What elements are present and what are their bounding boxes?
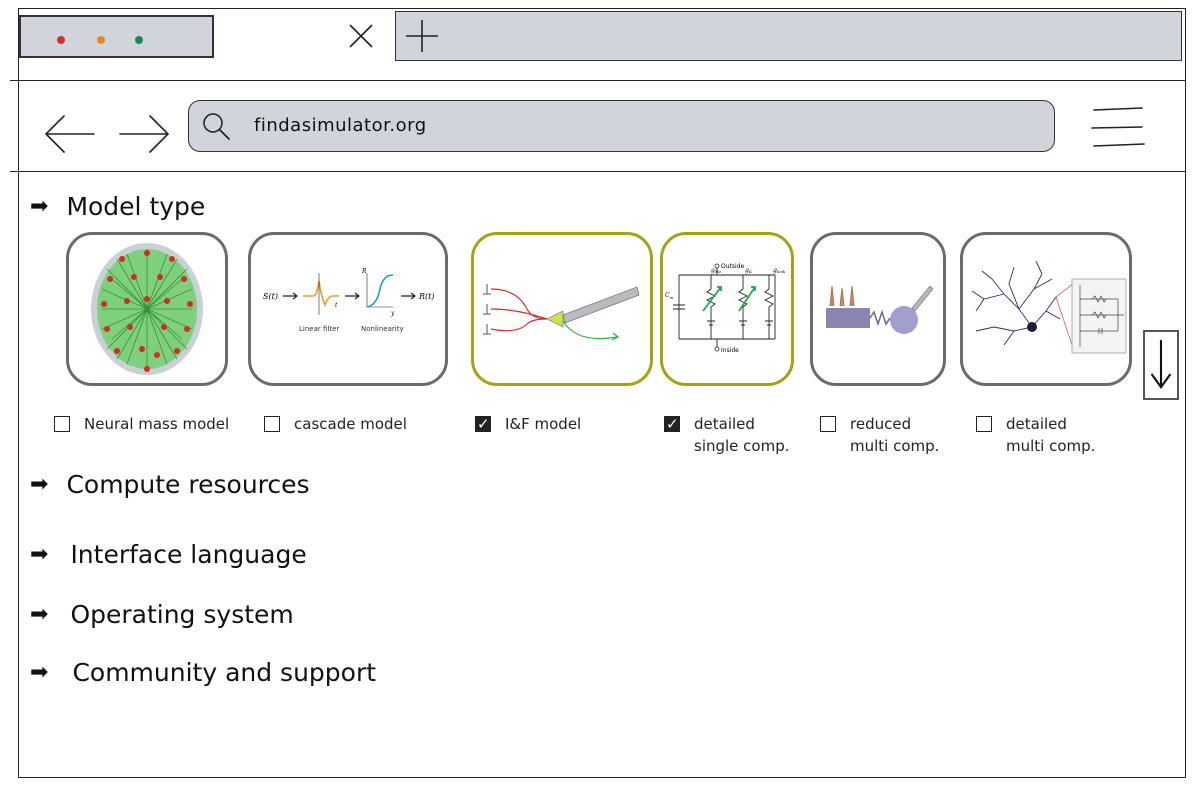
- circuit-gna-label: gNa: [711, 267, 721, 274]
- checkbox-box[interactable]: [820, 416, 836, 432]
- option-label: Neural mass model: [84, 415, 230, 433]
- forward-arrow-icon[interactable]: [116, 112, 172, 156]
- section-operating-system[interactable]: ➡ Operating system: [30, 600, 294, 629]
- circuit-inside-label: Inside: [721, 347, 739, 354]
- detailed-morphology-image: [971, 260, 1126, 354]
- section-label: Model type: [66, 192, 206, 221]
- new-tab-icon[interactable]: [404, 18, 440, 54]
- checkbox-cascade-model[interactable]: cascade model: [264, 413, 407, 435]
- back-arrow-icon[interactable]: [42, 112, 98, 156]
- window-maximize-dot[interactable]: [135, 36, 143, 44]
- option-label-line1: detailed: [1006, 415, 1067, 433]
- checkbox-if-model[interactable]: I&F model: [475, 413, 581, 435]
- checkbox-detailed-multi-comp[interactable]: detailed multi comp.: [976, 413, 1095, 457]
- scroll-down-icon[interactable]: [1143, 330, 1179, 400]
- card-cascade-model[interactable]: S(t) t R y R(t) Linear filter Nonlineari…: [248, 232, 448, 386]
- section-model-type[interactable]: ➡ Model type: [30, 192, 205, 221]
- checkbox-neural-mass-model[interactable]: Neural mass model: [54, 413, 229, 435]
- checkbox-reduced-multi-comp[interactable]: reduced multi comp.: [820, 413, 939, 457]
- linear-filter-label: Linear filter: [299, 325, 339, 333]
- card-reduced-multi-comp[interactable]: [810, 232, 946, 386]
- arrow-icon: ➡: [30, 194, 49, 219]
- section-label: Community and support: [72, 658, 377, 687]
- cascade-y-label: y: [390, 310, 395, 317]
- brain-network-image: [91, 243, 203, 375]
- checkbox-box[interactable]: [264, 416, 280, 432]
- close-tab-icon[interactable]: [345, 20, 377, 52]
- section-label: Interface language: [70, 540, 307, 569]
- section-community-and-support[interactable]: ➡ Community and support: [30, 658, 376, 687]
- arrow-icon: ➡: [30, 542, 49, 567]
- card-if-model[interactable]: [471, 232, 653, 386]
- circuit-outside-label: Outside: [721, 263, 744, 270]
- circuit-gk-label: gK: [745, 267, 753, 274]
- nonlinearity-label: Nonlinearity: [361, 325, 404, 333]
- section-interface-language[interactable]: ➡ Interface language: [30, 540, 307, 569]
- arrow-icon: ➡: [30, 660, 49, 685]
- section-compute-resources[interactable]: ➡ Compute resources: [30, 470, 310, 499]
- card-neural-mass-model[interactable]: [66, 232, 228, 386]
- browser-tab[interactable]: [19, 15, 214, 58]
- url-text[interactable]: findasimulator.org: [254, 115, 427, 136]
- cascade-input-label: S(t): [263, 292, 278, 301]
- arrow-icon: ➡: [30, 472, 49, 497]
- cascade-diagram: S(t) t R y R(t) Linear filter Nonlineari…: [263, 268, 434, 333]
- option-label-line2: multi comp.: [1006, 437, 1096, 455]
- window-close-dot[interactable]: [57, 36, 65, 44]
- toolbar-divider: [10, 171, 1186, 172]
- card-detailed-single-comp[interactable]: Outside Inside Cm gNa gK gleak: [660, 232, 794, 386]
- option-label-line1: detailed: [694, 415, 755, 433]
- option-label: I&F model: [505, 415, 582, 433]
- option-label: cascade model: [294, 415, 407, 433]
- section-label: Operating system: [70, 600, 294, 629]
- reduced-compartment-image: [826, 285, 934, 334]
- option-label-line2: single comp.: [694, 437, 790, 455]
- tab-bar: [395, 11, 1182, 61]
- circuit-gleak-label: gleak: [773, 267, 786, 274]
- hodgkin-huxley-circuit: Outside Inside Cm gNa gK gleak: [665, 263, 786, 354]
- tabstrip-divider: [10, 80, 1186, 81]
- cascade-r-label: R: [361, 268, 367, 275]
- option-label-line2: multi comp.: [850, 437, 940, 455]
- checkbox-box-checked[interactable]: [664, 413, 680, 435]
- section-label: Compute resources: [66, 470, 310, 499]
- arrow-icon: ➡: [30, 602, 49, 627]
- checkbox-box[interactable]: [54, 416, 70, 432]
- cascade-output-label: R(t): [418, 292, 434, 301]
- card-detailed-multi-comp[interactable]: [960, 232, 1132, 386]
- hamburger-menu-icon[interactable]: [1088, 104, 1146, 150]
- checkbox-detailed-single-comp[interactable]: detailed single comp.: [664, 413, 790, 457]
- circuit-cm-label: Cm: [665, 292, 674, 300]
- address-bar[interactable]: findasimulator.org: [188, 100, 1055, 152]
- search-icon: [203, 113, 230, 140]
- cascade-t-label: t: [335, 302, 338, 309]
- integrate-fire-diagram: [483, 284, 640, 341]
- checkbox-box[interactable]: [976, 416, 992, 432]
- window-minimize-dot[interactable]: [97, 36, 105, 44]
- checkbox-box-checked[interactable]: [475, 413, 491, 435]
- option-label-line1: reduced: [850, 415, 912, 433]
